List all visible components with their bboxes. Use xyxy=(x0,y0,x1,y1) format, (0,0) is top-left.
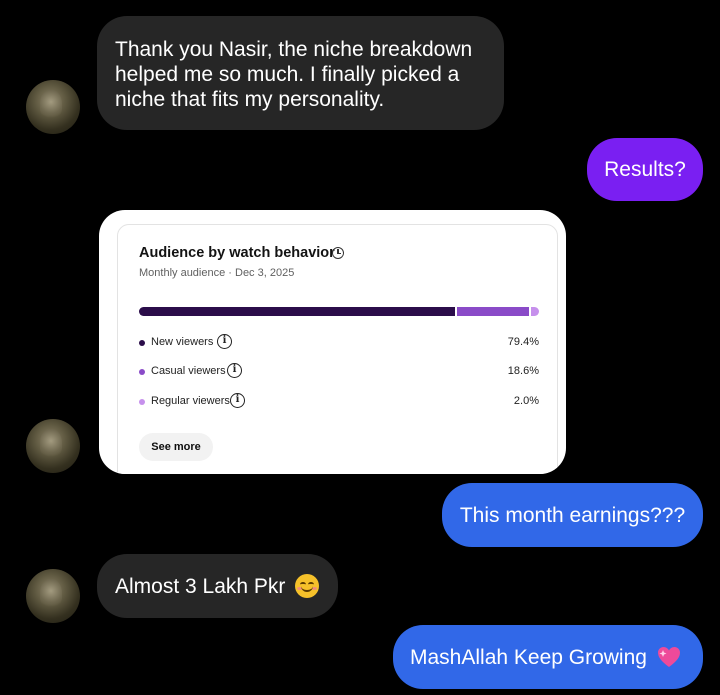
legend-value: 2.0% xyxy=(513,395,539,407)
outgoing-message[interactable]: This month earnings??? xyxy=(442,483,703,547)
bar-segment-casual xyxy=(456,307,529,316)
info-icon[interactable]: i xyxy=(227,363,242,378)
bar-segment-new xyxy=(139,307,455,316)
legend-item-new-viewers: New viewers i 79.4% xyxy=(139,334,539,352)
legend-item-regular-viewers: Regular viewers i 2.0% xyxy=(139,393,539,411)
info-icon[interactable]: i xyxy=(230,393,245,408)
legend-item-casual-viewers: Casual viewers i 18.6% xyxy=(139,363,539,381)
incoming-message[interactable]: Thank you Nasir, the niche breakdown hel… xyxy=(97,16,504,130)
message-line: niche that fits my personality. xyxy=(115,88,385,111)
legend-label: New viewers xyxy=(151,336,214,348)
message-text: MashAllah Keep Growing xyxy=(410,646,647,669)
legend-value: 79.4% xyxy=(507,336,539,348)
legend-value: 18.6% xyxy=(507,365,539,377)
bar-segment-regular xyxy=(531,307,539,316)
message-line: helped me so much. I finally picked a xyxy=(115,63,460,86)
message-text: Almost 3 Lakh Pkr xyxy=(115,575,286,598)
info-icon[interactable]: i xyxy=(217,334,232,349)
card-title: Audience by watch behavior xyxy=(139,245,335,261)
sparkling-heart-icon xyxy=(657,646,681,668)
audience-stacked-bar xyxy=(139,307,539,316)
avatar[interactable] xyxy=(26,419,80,473)
card-subtitle: Monthly audience · Dec 3, 2025 xyxy=(139,267,295,279)
message-text: Results? xyxy=(604,158,686,181)
legend-dot xyxy=(139,399,145,405)
avatar[interactable] xyxy=(26,80,80,134)
audience-card: Audience by watch behavior Monthly audie… xyxy=(117,224,558,474)
legend-label: Regular viewers xyxy=(151,395,230,407)
legend-dot xyxy=(139,369,145,375)
message-line: Thank you Nasir, the niche breakdown xyxy=(115,38,473,61)
outgoing-message[interactable]: MashAllah Keep Growing xyxy=(393,625,703,689)
clock-icon xyxy=(332,247,344,259)
legend-label: Casual viewers xyxy=(151,365,226,377)
smiling-face-emoji-icon xyxy=(295,574,320,598)
avatar[interactable] xyxy=(26,569,80,623)
legend-dot xyxy=(139,340,145,346)
message-text: This month earnings??? xyxy=(459,504,686,527)
incoming-message[interactable]: Almost 3 Lakh Pkr xyxy=(97,554,338,618)
see-more-button[interactable]: See more xyxy=(139,433,213,461)
outgoing-message[interactable]: Results? xyxy=(587,138,703,201)
shared-image-message[interactable]: Audience by watch behavior Monthly audie… xyxy=(99,210,566,474)
